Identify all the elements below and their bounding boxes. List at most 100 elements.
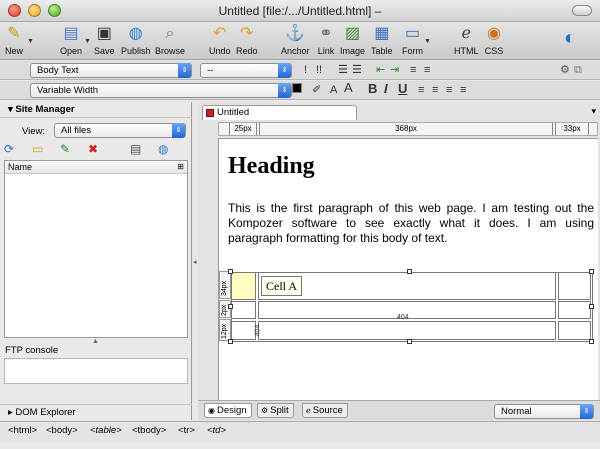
resize-handle[interactable] [228,339,233,344]
refresh-icon[interactable]: ⟳ [4,142,14,156]
name-column-header[interactable]: Name ⊞ [5,161,187,174]
sidebar-collapse-icon[interactable]: ◂ [193,258,197,266]
tab-split[interactable]: ⚙ Split [257,403,294,418]
resize-handle[interactable] [589,304,594,309]
align-icon[interactable]: ≡ [410,63,416,77]
resize-handle[interactable] [228,304,233,309]
breadcrumb-tbody[interactable]: <tbody> [132,422,166,440]
column-resize-marker[interactable]: 404 [397,314,409,321]
underline-icon[interactable]: U [398,82,407,96]
table-cell[interactable] [258,272,556,300]
toolbar-toggle-button[interactable] [572,5,592,16]
outdent-icon[interactable]: ⇤ [376,63,385,77]
new-folder-icon[interactable]: ▭ [32,142,43,156]
ftp-console-label: FTP console [5,345,59,356]
link-button[interactable]: ⚭ Link [316,24,336,56]
tab-list-icon[interactable]: ▾ [591,106,596,117]
toolbar-options-icon[interactable]: ⧉ [574,63,582,77]
exclamation-icon[interactable]: ! [304,63,307,77]
select-arrow-icon: ⇕ [278,83,291,98]
form-dropdown-icon[interactable]: ▼ [424,38,431,45]
breadcrumb-html[interactable]: <html> [8,422,37,440]
file-tree[interactable]: Name ⊞ [4,160,188,338]
row-height-ruler: 34px [219,271,231,299]
html-button[interactable]: ℯ HTML [454,24,479,56]
split-view-icon: ⚙ [261,406,269,415]
table-cell[interactable] [231,321,256,340]
paragraph-style-select[interactable]: Body Text ⇕ [30,63,192,78]
open-dropdown-icon[interactable]: ▼ [84,38,91,45]
view-select[interactable]: All files ⇕ [54,123,186,138]
breadcrumb-tr[interactable]: <tr> [178,422,195,440]
undo-button[interactable]: ↶ Undo [209,24,231,56]
decrease-font-icon[interactable]: A [330,83,337,97]
redo-arrow-icon: ↷ [240,25,254,42]
body-paragraph[interactable]: This is the first paragraph of this web … [228,201,594,246]
tab-untitled[interactable]: Untitled [202,105,357,120]
table-cell[interactable] [231,301,256,319]
table-button[interactable]: ▦ Table [371,24,393,56]
align-right-icon[interactable]: ≡ [446,83,452,97]
editor-area: Untitled ▾ 25px 368px 33px Heading This … [198,102,600,420]
document-canvas[interactable]: Heading This is the first paragraph of t… [218,138,598,400]
save-button[interactable]: ▣ Save [94,24,115,56]
indent-icon[interactable]: ⇥ [390,63,399,77]
double-exclamation-icon[interactable]: !! [316,63,322,77]
page-heading[interactable]: Heading [228,153,315,180]
align-left-icon[interactable]: ≡ [418,83,424,97]
tab-source[interactable]: ℯ Source [302,403,348,418]
highlight-pen-icon[interactable]: ✐ [312,83,321,97]
publish-button[interactable]: ◍ Publish [121,24,151,56]
redo-button[interactable]: ↷ Redo [236,24,258,56]
open-button[interactable]: ▤ Open [60,24,82,56]
panel-splitter-icon[interactable]: ▲ [92,338,99,345]
sites-list-icon[interactable]: ▤ [130,142,141,156]
cell-a[interactable]: Cell A [261,276,303,296]
resize-handle[interactable] [589,269,594,274]
row-resize-marker[interactable]: 404 [254,325,261,337]
justify-icon[interactable]: ≡ [424,63,430,77]
delete-icon[interactable]: ✖ [88,142,98,156]
table-cell[interactable] [558,321,591,340]
site-globe-icon[interactable]: ◍ [158,142,168,156]
select-arrow-icon: ⇕ [278,63,291,78]
edit-site-icon[interactable]: ✎ [60,142,70,156]
dom-explorer-header[interactable]: ▸ DOM Explorer [0,404,192,420]
anchor-button[interactable]: ⚓ Anchor [281,24,310,56]
table-cell[interactable] [558,301,591,319]
table-cell[interactable] [231,272,256,300]
view-mode-select[interactable]: Normal ⇕ [494,404,594,419]
breadcrumb-td[interactable]: <td> [207,422,226,440]
italic-icon[interactable]: I [384,82,388,96]
tab-design[interactable]: ◉ Design [204,403,252,418]
breadcrumb-body[interactable]: <body> [46,422,78,440]
settings-gear-icon[interactable]: ⚙ [560,63,570,77]
new-button[interactable]: ✎ New [4,24,24,56]
new-dropdown-icon[interactable]: ▼ [27,38,34,45]
resize-handle[interactable] [407,269,412,274]
font-select[interactable]: -- ⇕ [200,63,292,78]
bold-icon[interactable]: B [368,82,377,96]
increase-font-icon[interactable]: A [344,81,353,95]
breadcrumb-table[interactable]: <table> [90,422,122,440]
css-button[interactable]: ◉ CSS [484,24,504,56]
resize-handle[interactable] [228,269,233,274]
ftp-console-output[interactable] [4,358,188,384]
numbered-list-icon[interactable]: ☰ [338,63,348,77]
browse-button[interactable]: ⌕ Browse [155,24,185,56]
image-button[interactable]: ▨ Image [340,24,365,56]
resize-handle[interactable] [407,339,412,344]
bulleted-list-icon[interactable]: ☰ [352,63,362,77]
table-cell[interactable] [558,272,591,300]
align-center-icon[interactable]: ≡ [432,83,438,97]
width-mode-select[interactable]: Variable Width ⇕ [30,83,292,98]
select-arrow-icon: ⇕ [580,404,593,419]
row-height-ruler: 2px [219,300,231,318]
column-picker-icon[interactable]: ⊞ [177,161,184,173]
site-manager-header[interactable]: ▾ Site Manager [0,102,192,118]
form-button[interactable]: ▭ Form [402,24,423,56]
table-cell[interactable] [258,321,556,340]
text-color-swatch[interactable] [292,83,302,93]
resize-handle[interactable] [589,339,594,344]
align-justify-icon[interactable]: ≡ [460,83,466,97]
